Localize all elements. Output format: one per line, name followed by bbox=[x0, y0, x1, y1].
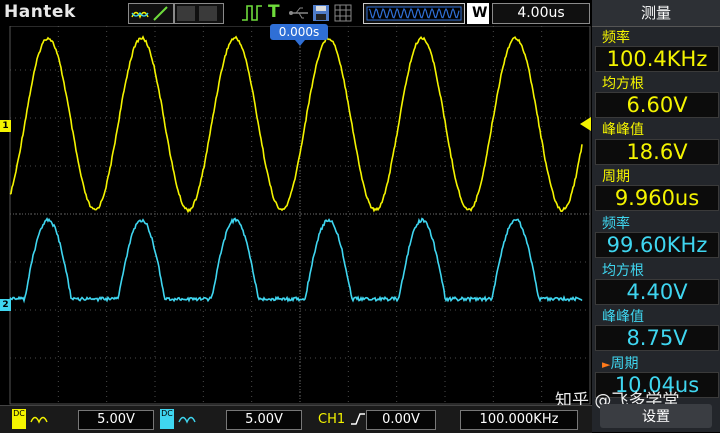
ch1-marker[interactable]: 1 bbox=[0, 120, 11, 132]
ch1-freq-value: 100.4KHz bbox=[595, 46, 719, 72]
settings-softkey[interactable]: 设置 bbox=[600, 404, 712, 428]
ch1-coupling: DC bbox=[13, 409, 25, 418]
channel-settings-bar: DC 5.00V DC 5.00V CH1 0.00V 100.000KHz bbox=[0, 405, 592, 433]
channel-status-icon[interactable] bbox=[174, 3, 224, 24]
status-bar: Hantek T W 4.00us bbox=[0, 0, 592, 26]
grid-icon[interactable] bbox=[334, 4, 352, 26]
panel-title: 测量 bbox=[592, 0, 720, 27]
ch1-rms-label: 均方根 bbox=[602, 76, 644, 92]
ch2-volts-div[interactable]: 5.00V bbox=[226, 410, 302, 430]
rising-edge-icon bbox=[350, 411, 366, 431]
timebase-value: 4.00us bbox=[517, 5, 565, 21]
memory-depth-indicator bbox=[363, 3, 465, 24]
ch1-freq-label: 频率 bbox=[602, 30, 630, 46]
trigger-edge-icon bbox=[240, 3, 266, 27]
ch2-coupling-badge[interactable]: DC bbox=[160, 409, 174, 429]
ch2-rms-label: 均方根 bbox=[602, 263, 644, 279]
trigger-position-label[interactable]: 0.000s bbox=[270, 24, 328, 46]
waveform-display bbox=[0, 21, 592, 405]
ch2-vpp-label: 峰峰值 bbox=[602, 309, 644, 325]
brand-logo: Hantek bbox=[4, 2, 76, 22]
usb-icon bbox=[288, 4, 310, 26]
trigger-frequency: 100.000KHz bbox=[460, 410, 578, 430]
ch2-freq-value: 99.60KHz bbox=[595, 232, 719, 258]
ch2-period-label: ►周期 bbox=[602, 353, 638, 373]
ch1-bandwidth-icon bbox=[30, 411, 70, 431]
ch1-period-label: 周期 bbox=[602, 169, 630, 185]
ch1-coupling-badge[interactable]: DC bbox=[12, 409, 26, 429]
measurement-panel: 测量 频率 100.4KHz 均方根 6.60V 峰峰值 18.6V 周期 9.… bbox=[592, 0, 720, 432]
ch2-freq-label: 频率 bbox=[602, 216, 630, 232]
ch1-vpp-label: 峰峰值 bbox=[602, 122, 644, 138]
run-state: T bbox=[268, 2, 280, 22]
timebase-mode-button[interactable]: W bbox=[467, 3, 489, 24]
ch2-marker[interactable]: 2 bbox=[0, 299, 11, 311]
display-mode-icon[interactable] bbox=[128, 3, 174, 24]
trigger-level[interactable]: 0.00V bbox=[366, 410, 436, 430]
trigger-level-marker[interactable] bbox=[580, 117, 591, 131]
ch2-coupling: DC bbox=[161, 409, 173, 418]
trigger-source[interactable]: CH1 bbox=[318, 412, 345, 427]
ch2-bandwidth-icon bbox=[178, 411, 218, 431]
ch1-rms-value: 6.60V bbox=[595, 92, 719, 118]
timebase-mode-label: W bbox=[472, 5, 488, 21]
ch1-vpp-value: 18.6V bbox=[595, 139, 719, 165]
save-icon[interactable] bbox=[312, 4, 330, 26]
ch2-period-label-text: 周期 bbox=[610, 356, 639, 372]
ch2-vpp-value: 8.75V bbox=[595, 325, 719, 351]
ch2-rms-value: 4.40V bbox=[595, 279, 719, 305]
timebase-readout[interactable]: 4.00us bbox=[492, 3, 590, 24]
ch1-volts-div[interactable]: 5.00V bbox=[78, 410, 154, 430]
ch1-period-value: 9.960us bbox=[595, 185, 719, 211]
